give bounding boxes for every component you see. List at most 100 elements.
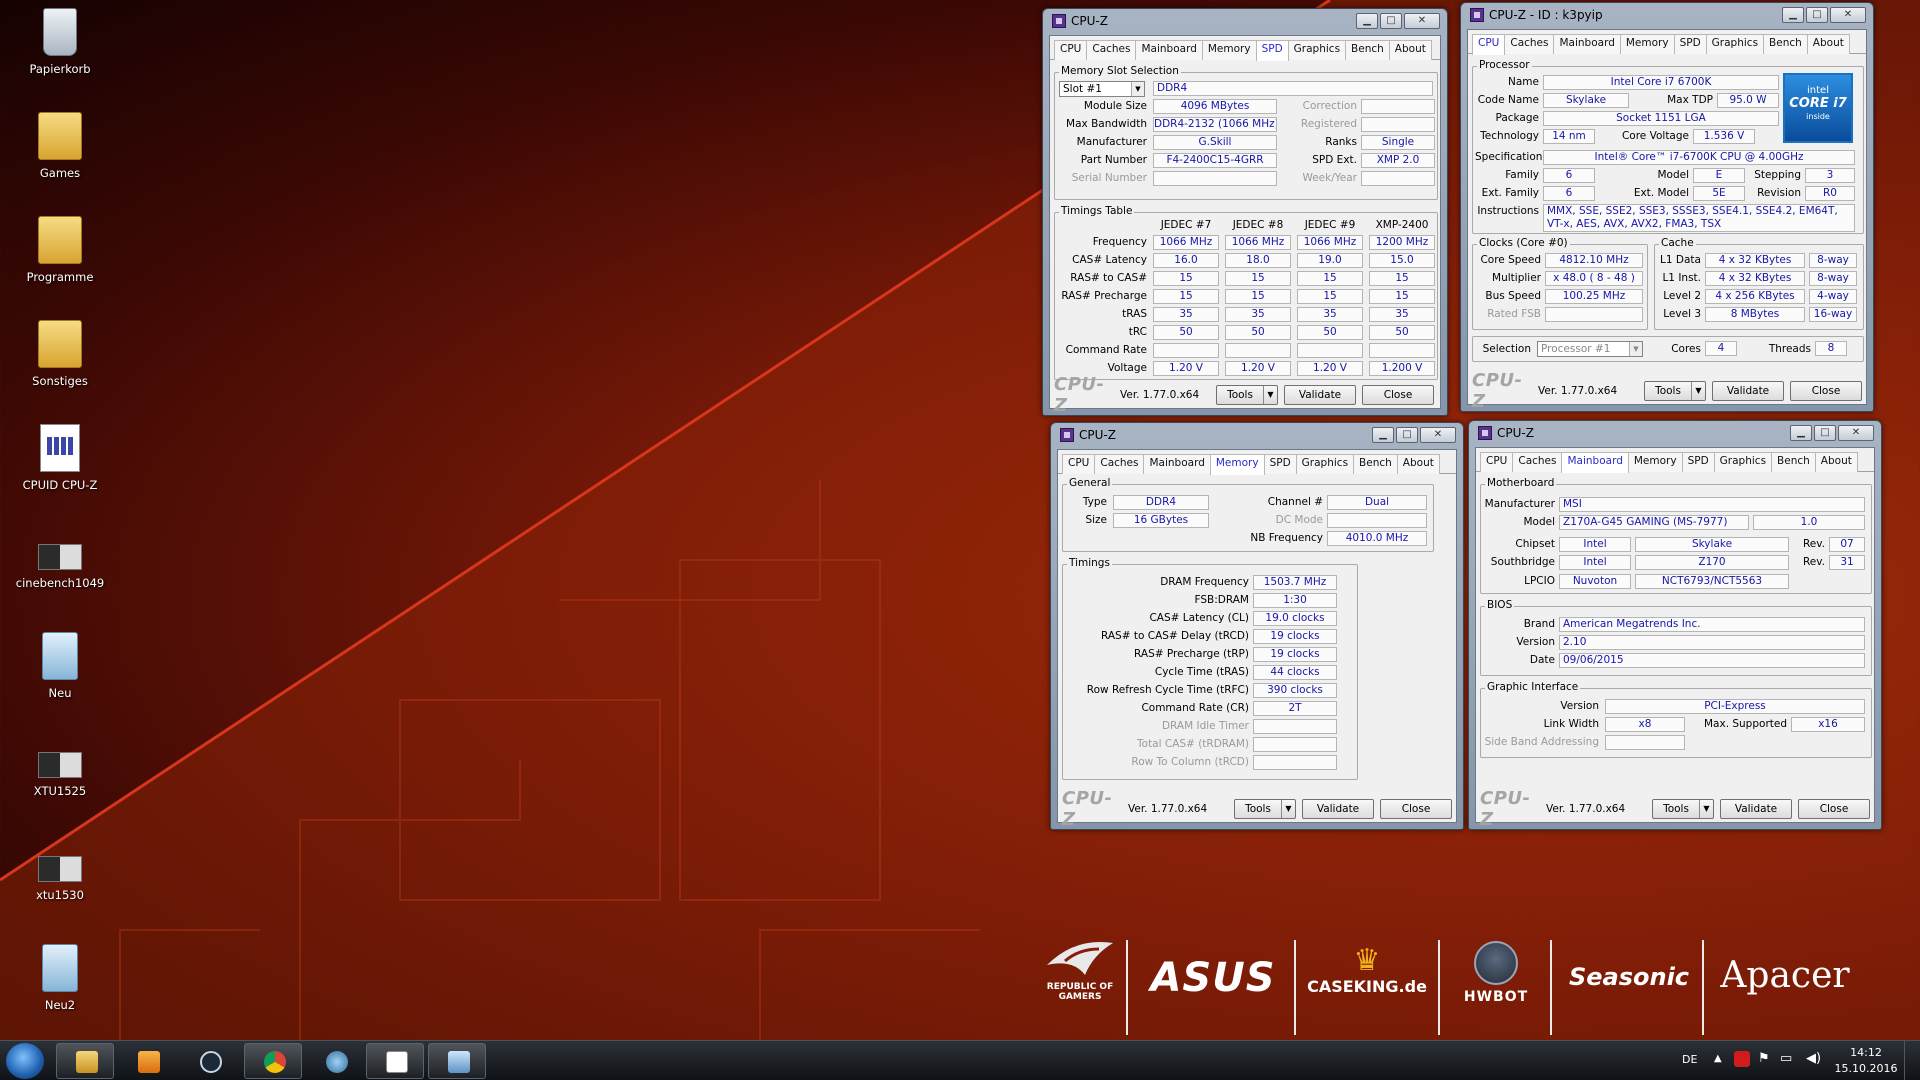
close-window-button[interactable]: ✕ (1838, 425, 1874, 441)
desktop-icon-programme[interactable]: Programme (10, 216, 110, 284)
desktop-icon-games[interactable]: Games (10, 112, 110, 180)
tab-graphics[interactable]: Graphics (1295, 454, 1355, 474)
desktop-icon-neu2[interactable]: Neu2 (10, 944, 110, 1012)
tab-bench[interactable]: Bench (1763, 34, 1808, 54)
close-button[interactable]: Close (1790, 381, 1862, 401)
close-button[interactable]: Close (1362, 385, 1434, 405)
tab-cpu[interactable]: CPU (1054, 40, 1088, 60)
desktop-icon-recycle-bin[interactable]: Papierkorb (10, 8, 110, 76)
language-indicator[interactable]: DE (1682, 1053, 1697, 1066)
minimize-button[interactable]: ▁ (1782, 7, 1804, 23)
tab-mainboard[interactable]: Mainboard (1553, 34, 1621, 54)
close-button[interactable]: Close (1798, 799, 1870, 819)
maximize-button[interactable]: □ (1814, 425, 1836, 441)
timings-row-label: tRC (1128, 326, 1147, 338)
tab-spd[interactable]: SPD (1673, 34, 1707, 54)
tab-graphics[interactable]: Graphics (1705, 34, 1765, 54)
validate-button[interactable]: Validate (1712, 381, 1784, 401)
tab-spd[interactable]: SPD (1263, 454, 1297, 474)
slot-select[interactable]: Slot #1 ▼ (1059, 81, 1145, 97)
validate-button[interactable]: Validate (1720, 799, 1792, 819)
titlebar[interactable]: CPU-Z ▁ □ ✕ (1048, 9, 1442, 33)
titlebar[interactable]: CPU-Z ▁ □ ✕ (1056, 423, 1458, 447)
southbridge-value: Z170 (1635, 555, 1789, 570)
timings-column-header: JEDEC #9 (1304, 219, 1356, 231)
antivirus-tray-icon[interactable] (1734, 1051, 1750, 1067)
rated-fsb-value (1545, 307, 1643, 322)
timings-cell: 50 (1297, 325, 1363, 340)
titlebar[interactable]: CPU-Z - ID : k3pyip ▁ □ ✕ (1466, 3, 1868, 27)
tab-mainboard[interactable]: Mainboard (1135, 40, 1203, 60)
tab-mainboard[interactable]: Mainboard (1143, 454, 1211, 474)
tab-bench[interactable]: Bench (1353, 454, 1398, 474)
timings-column-header: JEDEC #7 (1160, 219, 1212, 231)
maximize-button[interactable]: □ (1806, 7, 1828, 23)
tools-button[interactable]: Tools ▼ (1644, 381, 1706, 401)
clock-time[interactable]: 14:12 (1838, 1046, 1894, 1059)
tools-button[interactable]: Tools ▼ (1234, 799, 1296, 819)
tools-button[interactable]: Tools ▼ (1652, 799, 1714, 819)
desktop-icon-cinebench[interactable]: cinebench1049 (10, 528, 110, 590)
tab-memory[interactable]: Memory (1627, 452, 1683, 472)
minimize-button[interactable]: ▁ (1790, 425, 1812, 441)
tools-button[interactable]: Tools ▼ (1216, 385, 1278, 405)
validate-button[interactable]: Validate (1302, 799, 1374, 819)
taskbar-chrome[interactable] (244, 1043, 302, 1079)
minimize-button[interactable]: ▁ (1356, 13, 1378, 29)
general-group: General Type DDR4 Size 16 GBytes Channel… (1062, 477, 1434, 552)
close-window-button[interactable]: ✕ (1420, 427, 1456, 443)
desktop-icon-cpuz[interactable]: CPUID CPU-Z (10, 424, 110, 492)
cpuz-taskbar-icon (386, 1051, 408, 1073)
maximize-button[interactable]: □ (1396, 427, 1418, 443)
close-window-button[interactable]: ✕ (1404, 13, 1440, 29)
taskbar-app[interactable] (306, 1043, 364, 1079)
tab-about[interactable]: About (1396, 454, 1440, 474)
desktop-icon-xtu1530[interactable]: xtu1530 (10, 840, 110, 902)
tab-spd[interactable]: SPD (1255, 40, 1289, 61)
tab-mainboard[interactable]: Mainboard (1561, 452, 1629, 473)
maximize-button[interactable]: □ (1380, 13, 1402, 29)
taskbar-window[interactable] (428, 1043, 486, 1079)
volume-icon[interactable]: ◀) (1806, 1051, 1821, 1066)
close-button[interactable]: Close (1380, 799, 1452, 819)
show-desktop-button[interactable] (1904, 1041, 1918, 1080)
tab-bench[interactable]: Bench (1345, 40, 1390, 60)
tab-about[interactable]: About (1388, 40, 1432, 60)
tab-spd[interactable]: SPD (1681, 452, 1715, 472)
clock-date[interactable]: 15.10.2016 (1834, 1062, 1898, 1075)
tab-graphics[interactable]: Graphics (1713, 452, 1773, 472)
network-icon[interactable]: ▭ (1780, 1051, 1792, 1066)
desktop-icon-xtu1525[interactable]: XTU1525 (10, 736, 110, 798)
graphic-interface-group: Graphic Interface Version PCI-Express Li… (1480, 681, 1872, 758)
tray-expand-icon[interactable]: ▲ (1714, 1053, 1722, 1064)
taskbar-explorer[interactable] (56, 1043, 114, 1079)
tab-about[interactable]: About (1806, 34, 1850, 54)
tab-cpu[interactable]: CPU (1062, 454, 1096, 474)
taskbar-media-player[interactable] (118, 1043, 176, 1079)
close-window-button[interactable]: ✕ (1830, 7, 1866, 23)
window-title: CPU-Z (1079, 428, 1116, 442)
tab-caches[interactable]: Caches (1512, 452, 1563, 472)
tab-graphics[interactable]: Graphics (1287, 40, 1347, 60)
desktop-icon-neu[interactable]: Neu (10, 632, 110, 700)
processor-select[interactable]: Processor #1 ▼ (1537, 341, 1643, 357)
tab-caches[interactable]: Caches (1086, 40, 1137, 60)
taskbar-cpuz[interactable] (366, 1043, 424, 1079)
taskbar-steam[interactable] (180, 1043, 238, 1079)
desktop-icon-sonstiges[interactable]: Sonstiges (10, 320, 110, 388)
flag-icon[interactable]: ⚑ (1758, 1051, 1770, 1066)
titlebar[interactable]: CPU-Z ▁ □ ✕ (1474, 421, 1876, 445)
tab-cpu[interactable]: CPU (1472, 34, 1506, 55)
tab-about[interactable]: About (1814, 452, 1858, 472)
tab-bench[interactable]: Bench (1771, 452, 1816, 472)
tab-memory[interactable]: Memory (1201, 40, 1257, 60)
minimize-button[interactable]: ▁ (1372, 427, 1394, 443)
tab-memory[interactable]: Memory (1209, 454, 1265, 475)
validate-button[interactable]: Validate (1284, 385, 1356, 405)
start-button[interactable] (6, 1043, 44, 1079)
tab-caches[interactable]: Caches (1094, 454, 1145, 474)
taskbar: DE ▲ ⚑ ▭ ◀) 14:12 15.10.2016 (0, 1040, 1920, 1080)
tab-memory[interactable]: Memory (1619, 34, 1675, 54)
tab-caches[interactable]: Caches (1504, 34, 1555, 54)
tab-cpu[interactable]: CPU (1480, 452, 1514, 472)
